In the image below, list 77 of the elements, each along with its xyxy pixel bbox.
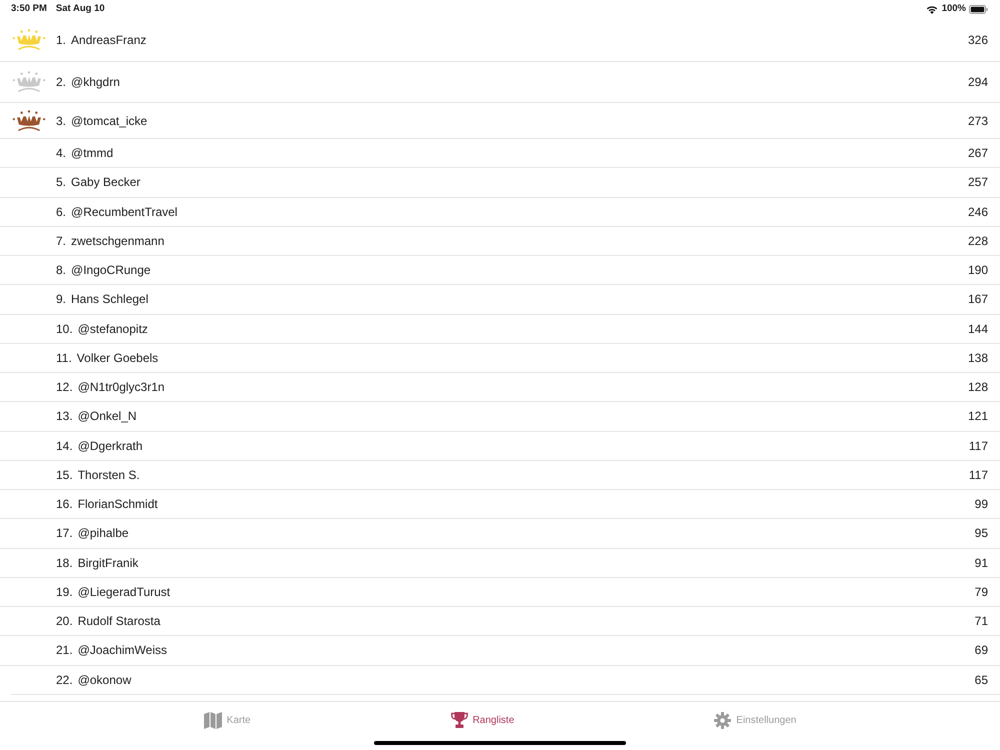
player-name: @tmmd: [71, 145, 114, 162]
trophy-icon: [450, 712, 468, 728]
score-value: 294: [968, 74, 988, 91]
wifi-icon: [926, 4, 938, 14]
rank-number: 16.: [56, 496, 73, 514]
rank-number: 4.: [56, 145, 66, 162]
rank-number: 22.: [56, 672, 73, 689]
score-value: 121: [968, 408, 988, 426]
map-icon: [204, 712, 222, 729]
player-name: BirgitFranik: [78, 554, 138, 572]
score-value: 128: [968, 379, 988, 396]
score-value: 65: [974, 672, 988, 689]
tab-button[interactable]: Einstellungen: [714, 712, 796, 729]
player-name: @LiegeradTurust: [78, 584, 170, 601]
rank-number: 14.: [56, 438, 73, 455]
rank-number: 2.: [56, 74, 66, 91]
player-name: @okonow: [78, 672, 132, 689]
score-value: 117: [968, 466, 988, 484]
player-name: @N1tr0glyc3r1n: [78, 379, 165, 396]
rank-number: 11.: [56, 350, 72, 367]
score-value: 190: [968, 262, 988, 280]
rank-number: 15.: [56, 466, 73, 484]
rank-number: 12.: [56, 379, 73, 396]
player-name: @pihalbe: [78, 525, 129, 542]
player-name: Volker Goebels: [76, 350, 158, 367]
settings-icon: [714, 712, 732, 729]
player-name: AndreasFranz: [71, 32, 146, 48]
rank-number: 3.: [56, 112, 66, 130]
score-value: 326: [968, 32, 988, 48]
rank-number: 20.: [56, 613, 73, 630]
score-value: 144: [968, 320, 988, 338]
player-name: FlorianSchmidt: [78, 496, 158, 514]
score-value: 167: [968, 291, 988, 308]
score-value: 228: [968, 232, 988, 250]
score-value: 69: [974, 642, 988, 660]
score-value: 99: [974, 496, 988, 514]
rank-number: 10.: [56, 320, 73, 338]
player-name: Gaby Becker: [71, 174, 140, 192]
rank-number: 13.: [56, 408, 73, 426]
score-value: 71: [974, 613, 988, 630]
player-name: @stefanopitz: [78, 320, 148, 338]
rank-number: 1.: [56, 32, 66, 48]
date-text: Sat Aug 10: [56, 2, 105, 16]
rank-number: 8.: [56, 262, 66, 280]
player-name: @JoachimWeiss: [78, 642, 168, 660]
score-value: 91: [974, 554, 988, 572]
tab-button[interactable]: Rangliste: [450, 712, 514, 728]
player-name: @RecumbentTravel: [71, 204, 178, 221]
score-value: 273: [968, 112, 988, 130]
rank-number: 6.: [56, 204, 66, 221]
score-value: 95: [974, 525, 988, 542]
rank-number: 19.: [56, 584, 73, 601]
score-value: 246: [968, 204, 988, 221]
player-name: @Onkel_N: [78, 408, 137, 426]
battery-percent: 100%: [942, 2, 966, 16]
player-name: @khgdrn: [71, 74, 120, 91]
player-name: Thorsten S.: [78, 466, 140, 484]
player-name: @tomcat_icke: [71, 112, 148, 130]
rank-number: 21.: [56, 642, 73, 660]
player-name: zwetschgenmann: [71, 232, 164, 250]
rank-number: 17.: [56, 525, 73, 542]
rank-number: 5.: [56, 174, 66, 192]
battery-icon: [969, 4, 988, 14]
score-value: 257: [968, 174, 988, 192]
tab-button[interactable]: Karte: [204, 712, 251, 729]
score-value: 267: [968, 145, 988, 162]
score-value: 117: [968, 438, 988, 455]
rank-number: 18.: [56, 554, 73, 572]
score-value: 79: [974, 584, 988, 601]
player-name: @Dgerkrath: [78, 438, 143, 455]
player-name: Hans Schlegel: [71, 291, 148, 308]
player-name: Rudolf Starosta: [78, 613, 160, 630]
rank-number: 9.: [56, 291, 66, 308]
rank-number: 7.: [56, 232, 66, 250]
clock-time: 3:50 PM: [11, 2, 47, 16]
score-value: 138: [968, 350, 988, 367]
player-name: @IngoCRunge: [71, 262, 151, 280]
